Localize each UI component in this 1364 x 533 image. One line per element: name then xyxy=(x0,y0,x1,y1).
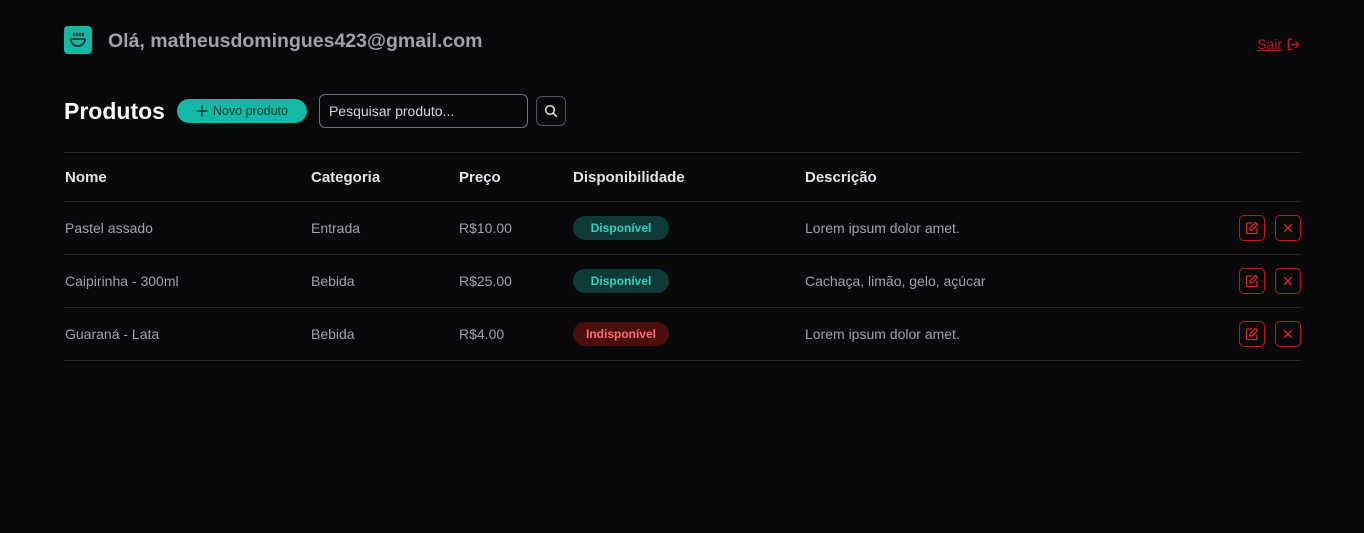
cell-nome: Caipirinha - 300ml xyxy=(64,254,311,308)
bowl-food-icon xyxy=(64,26,92,54)
delete-button[interactable] xyxy=(1275,321,1301,347)
cell-actions xyxy=(1174,201,1301,255)
cell-descricao: Lorem ipsum dolor amet. xyxy=(805,307,1175,361)
logout-label: Sair xyxy=(1257,36,1282,52)
cell-preco: R$10.00 xyxy=(459,201,573,255)
cell-preco: R$25.00 xyxy=(459,254,573,308)
cell-actions xyxy=(1174,307,1301,361)
status-badge: Disponível xyxy=(573,216,669,240)
products-toolbar: Produtos Novo produto xyxy=(64,94,566,128)
table-row: Caipirinha - 300ml Bebida R$25.00 Dispon… xyxy=(64,254,1301,308)
search-button[interactable] xyxy=(535,96,566,126)
close-icon xyxy=(1283,223,1293,233)
close-icon xyxy=(1283,329,1293,339)
log-out-icon xyxy=(1287,38,1300,50)
search-input[interactable] xyxy=(318,94,528,128)
cell-disponibilidade: Indisponível xyxy=(573,307,805,361)
delete-button[interactable] xyxy=(1275,268,1301,294)
header-actions xyxy=(1174,153,1301,202)
cell-preco: R$4.00 xyxy=(459,307,573,361)
status-badge: Disponível xyxy=(573,269,669,293)
table-row: Guaraná - Lata Bebida R$4.00 Indisponíve… xyxy=(64,307,1301,361)
search-icon xyxy=(544,104,558,118)
edit-icon xyxy=(1245,221,1259,235)
cell-disponibilidade: Disponível xyxy=(573,201,805,255)
cell-descricao: Cachaça, limão, gelo, açúcar xyxy=(805,254,1175,308)
products-table: Nome Categoria Preço Disponibilidade Des… xyxy=(64,152,1301,361)
new-product-label: Novo produto xyxy=(212,104,288,118)
page-title: Produtos xyxy=(64,98,165,124)
greeting-text: Olá, matheusdomingues423@gmail.com xyxy=(108,30,483,52)
edit-button[interactable] xyxy=(1239,215,1265,241)
table-row: Pastel assado Entrada R$10.00 Disponível… xyxy=(64,201,1301,255)
header-nome: Nome xyxy=(64,153,311,202)
status-badge: Indisponível xyxy=(573,322,669,346)
header-disponibilidade: Disponibilidade xyxy=(573,153,805,202)
cell-actions xyxy=(1174,254,1301,308)
cell-categoria: Bebida xyxy=(311,307,459,361)
edit-button[interactable] xyxy=(1239,321,1265,347)
edit-icon xyxy=(1245,327,1259,341)
cell-categoria: Entrada xyxy=(311,201,459,255)
header-descricao: Descrição xyxy=(805,153,1175,202)
edit-icon xyxy=(1245,274,1259,288)
cell-descricao: Lorem ipsum dolor amet. xyxy=(805,201,1175,255)
header-preco: Preço xyxy=(459,153,573,202)
delete-button[interactable] xyxy=(1275,215,1301,241)
products-page: Olá, matheusdomingues423@gmail.com Sair … xyxy=(0,0,1364,533)
plus-icon xyxy=(196,105,208,117)
edit-button[interactable] xyxy=(1239,268,1265,294)
logout-link[interactable]: Sair xyxy=(1257,36,1301,52)
cell-nome: Pastel assado xyxy=(64,201,311,255)
cell-nome: Guaraná - Lata xyxy=(64,307,311,361)
new-product-button[interactable]: Novo produto xyxy=(176,99,307,123)
close-icon xyxy=(1283,276,1293,286)
cell-categoria: Bebida xyxy=(311,254,459,308)
header-categoria: Categoria xyxy=(311,153,459,202)
table-header-row: Nome Categoria Preço Disponibilidade Des… xyxy=(64,153,1301,202)
cell-disponibilidade: Disponível xyxy=(573,254,805,308)
top-bar: Olá, matheusdomingues423@gmail.com Sair xyxy=(64,26,1301,56)
